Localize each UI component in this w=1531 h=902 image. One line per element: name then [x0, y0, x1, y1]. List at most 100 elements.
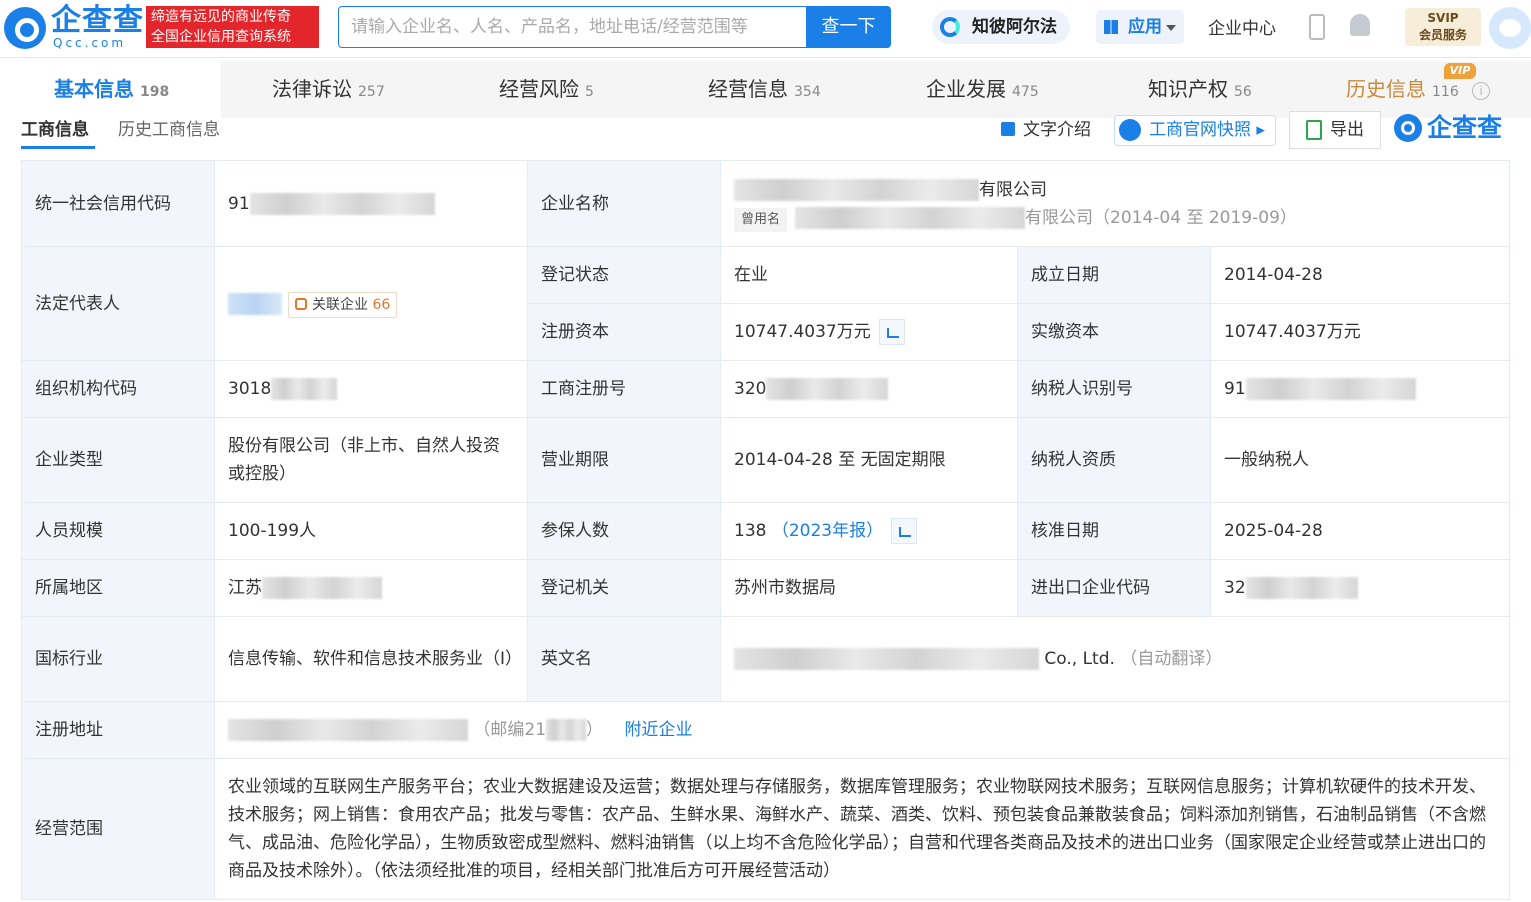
- table-row: 法定代表人 关联企业 66 登记状态 在业 成立日期 2014-04-28: [21, 246, 1511, 361]
- tab-basic-info[interactable]: 基本信息 198: [0, 61, 221, 118]
- user-avatar[interactable]: [1489, 7, 1531, 49]
- redacted-text: [795, 206, 1026, 229]
- tab-risk[interactable]: 经营风险 5: [499, 61, 594, 118]
- org-code-cell: 3018: [214, 360, 528, 418]
- tab-count: 56: [1234, 84, 1252, 100]
- approval-date-label: 核准日期: [1017, 502, 1211, 560]
- assoc-count: 66: [372, 296, 391, 313]
- redacted-text: [249, 192, 435, 215]
- camera-icon: [1119, 119, 1141, 141]
- slogan-banner: 缔造有远见的商业传奇 全国企业信用查询系统: [146, 6, 319, 48]
- ie-code-cell: 32: [1209, 559, 1511, 617]
- logo-subtext: Qcc.com: [53, 36, 127, 50]
- search-input[interactable]: 请输入企业名、人名、产品名，地址电话/经营范围等: [338, 6, 808, 48]
- credit-code-value: 91: [214, 160, 528, 247]
- company-type-label: 企业类型: [21, 417, 215, 503]
- subtab-history-business[interactable]: 历史工商信息: [118, 118, 220, 142]
- region-cell: 江苏: [214, 559, 528, 617]
- info-icon[interactable]: i: [1472, 82, 1490, 100]
- reg-capital-value: 10747.4037万元: [734, 322, 871, 342]
- app-menu-button[interactable]: 应用: [1096, 10, 1184, 44]
- reg-no-prefix: 320: [734, 379, 767, 399]
- official-snapshot-button[interactable]: 工商官网快照 ▸: [1114, 115, 1276, 146]
- ie-code-label: 进出口企业代码: [1017, 559, 1211, 617]
- postcode-end: ）: [586, 720, 604, 740]
- tab-label: 法律诉讼: [272, 77, 352, 101]
- english-name-suffix: Co., Ltd.: [1044, 649, 1115, 669]
- redacted-text: [546, 719, 587, 741]
- export-label: 导出: [1330, 120, 1364, 140]
- table-row: 统一社会信用代码 91 企业名称 有限公司 曾用名 有限公司（2014-04 至 …: [21, 160, 1511, 247]
- approval-date-value: 2025-04-28: [1209, 502, 1511, 560]
- paid-capital-label: 实缴资本: [1017, 303, 1211, 361]
- tab-label: 企业发展: [926, 77, 1006, 101]
- zhibi-label: 知彼阿尔法: [972, 17, 1057, 37]
- biz-term-label: 营业期限: [527, 417, 721, 503]
- redacted-text: [1245, 378, 1416, 400]
- mobile-icon[interactable]: [1309, 14, 1325, 40]
- industry-value: 信息传输、软件和信息技术服务业（I）: [214, 616, 528, 702]
- redacted-text: [271, 378, 338, 400]
- chevron-down-icon: [1166, 25, 1176, 31]
- grid-icon: [1104, 20, 1118, 34]
- industry-label: 国标行业: [21, 616, 215, 702]
- founded-value: 2014-04-28: [1209, 246, 1511, 304]
- legal-rep-value: 关联企业 66: [214, 246, 528, 361]
- english-name-cell: Co., Ltd. （自动翻译）: [719, 616, 1511, 702]
- document-icon: [1001, 122, 1015, 136]
- company-name-label: 企业名称: [527, 160, 721, 247]
- slogan-line-1: 缔造有远见的商业传奇: [151, 9, 291, 25]
- search-button[interactable]: 查一下: [806, 6, 891, 48]
- company-type-value: 股份有限公司（非上市、自然人投资或控股）: [214, 417, 528, 503]
- tab-legal[interactable]: 法律诉讼 257: [272, 61, 385, 118]
- bell-icon[interactable]: [1350, 14, 1370, 36]
- zhibi-logo-icon: [940, 17, 960, 37]
- svip-member-button[interactable]: SVIP 会员服务: [1405, 8, 1481, 46]
- business-info-table: 统一社会信用代码 91 企业名称 有限公司 曾用名 有限公司（2014-04 至 …: [21, 160, 1511, 900]
- tab-label: 基本信息: [54, 77, 134, 101]
- chart-icon[interactable]: [878, 319, 905, 345]
- org-code-label: 组织机构代码: [21, 360, 215, 418]
- redacted-text: [228, 719, 468, 741]
- table-row: 国标行业 信息传输、软件和信息技术服务业（I） 英文名 Co., Ltd. （自…: [21, 616, 1511, 702]
- assoc-label: 关联企业: [312, 296, 368, 313]
- biz-term-value: 2014-04-28 至 无固定期限: [720, 417, 1018, 503]
- table-row: 所属地区 江苏 登记机关 苏州市数据局 进出口企业代码 32: [21, 559, 1511, 617]
- logo-text[interactable]: 企查查: [51, 4, 144, 38]
- tab-ip[interactable]: 知识产权 56: [1148, 61, 1252, 118]
- biz-scope-value: 农业领域的互联网生产服务平台；农业大数据建设及运营；数据处理与存储服务，数据库管…: [213, 758, 1511, 900]
- region-prefix: 江苏: [228, 578, 262, 598]
- insured-year-link[interactable]: （2023年报）: [772, 521, 883, 541]
- tab-operations[interactable]: 经营信息 354: [708, 61, 821, 118]
- tab-history[interactable]: 历史信息 116: [1346, 61, 1459, 118]
- redacted-text: [734, 178, 979, 201]
- text-intro-button[interactable]: 文字介绍: [1001, 118, 1091, 142]
- credit-code-label: 统一社会信用代码: [21, 160, 215, 247]
- zhibi-alpha-button[interactable]: 知彼阿尔法: [932, 10, 1070, 44]
- reg-address-label: 注册地址: [21, 701, 215, 759]
- reg-no-cell: 320: [720, 360, 1018, 418]
- company-name-suffix: 有限公司: [979, 179, 1047, 200]
- staff-size-value: 100-199人: [214, 502, 528, 560]
- redacted-name-link[interactable]: [228, 292, 282, 315]
- chart-icon[interactable]: [891, 518, 918, 544]
- taxpayer-id-label: 纳税人识别号: [1017, 360, 1211, 418]
- top-header: 企查查 Qcc.com 缔造有远见的商业传奇 全国企业信用查询系统 请输入企业名…: [0, 0, 1531, 58]
- former-name-suffix: 有限公司（2014-04 至 2019-09）: [1025, 207, 1297, 228]
- related-companies-button[interactable]: 关联企业 66: [288, 291, 398, 318]
- svip-sub-label: 会员服务: [1418, 28, 1467, 42]
- export-button[interactable]: 导出: [1289, 111, 1381, 149]
- subtab-business-info[interactable]: 工商信息: [21, 118, 89, 142]
- enterprise-center-link[interactable]: 企业中心: [1208, 14, 1276, 39]
- former-name-tag: 曾用名: [734, 207, 788, 232]
- reg-status-value: 在业: [720, 246, 1018, 304]
- qcc-logo-icon[interactable]: [4, 7, 46, 49]
- text-intro-label: 文字介绍: [1023, 120, 1091, 140]
- brand-text: 企查查: [1427, 113, 1503, 142]
- nearby-companies-link[interactable]: 附近企业: [624, 720, 692, 740]
- tab-development[interactable]: 企业发展 475: [926, 61, 1039, 118]
- qcc-watermark-logo: 企查查: [1394, 113, 1502, 143]
- reg-capital-label: 注册资本: [527, 303, 721, 361]
- tab-count: 116: [1432, 84, 1459, 100]
- table-row: 经营范围 农业领域的互联网生产服务平台；农业大数据建设及运营；数据处理与存储服务…: [21, 758, 1511, 900]
